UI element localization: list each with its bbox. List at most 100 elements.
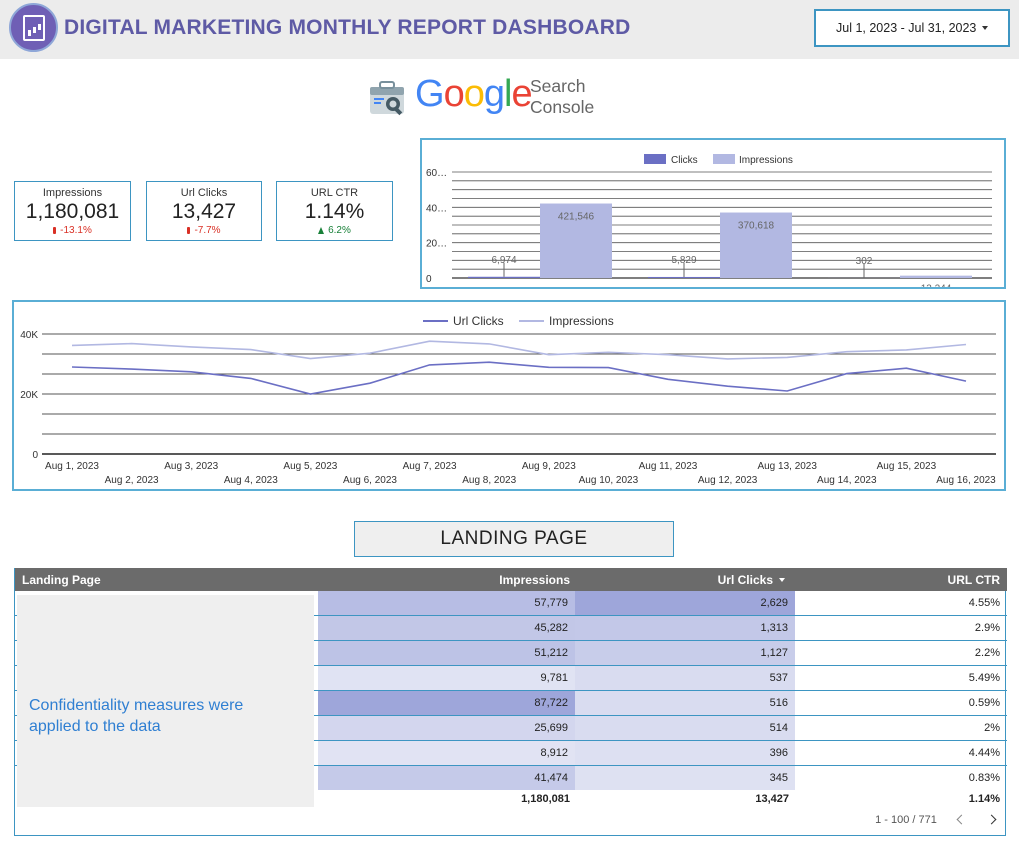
google-letter: o — [463, 73, 485, 115]
column-header-label: Url Clicks — [717, 573, 773, 587]
column-header-impressions[interactable]: Impressions — [499, 573, 570, 587]
arrow-down-icon — [53, 227, 57, 234]
daily-trend-line-chart: Url Clicks Impressions 40K 20K 0 Aug 1, 2023 A… — [20, 314, 996, 486]
x-tick-label: Aug 3, 2023 — [164, 461, 218, 472]
scorecard-label: URL CTR — [310, 187, 359, 199]
google-letter: o — [443, 73, 465, 115]
legend-label-url-clicks: Url Clicks — [453, 314, 504, 328]
cell-impressions: 41,474 — [318, 766, 575, 790]
date-range-picker[interactable]: Jul 1, 2023 - Jul 31, 2023 — [814, 9, 1010, 47]
cell-url-ctr: 4.55% — [968, 597, 1000, 609]
legend-label-impressions: Impressions — [549, 314, 614, 328]
cell-impressions: 8,912 — [318, 741, 575, 765]
x-tick-label: Aug 16, 2023 — [936, 475, 996, 486]
bar-clicks — [648, 276, 720, 278]
scorecard-label: Url Clicks — [180, 187, 228, 199]
table-totals-row: 1,180,081 13,427 1.14% — [15, 793, 1007, 811]
scorecard-label: Impressions — [42, 187, 103, 199]
dashboard: DIGITAL MARKETING MONTHLY REPORT DASHBOA… — [0, 0, 1019, 849]
search-console-toolbox-icon — [370, 81, 404, 116]
column-header-landing-page[interactable]: Landing Page — [22, 573, 101, 587]
prev-page-button[interactable] — [956, 814, 967, 826]
scorecard-impressions[interactable]: Impressions 1,180,081 -13.1% — [14, 181, 131, 241]
line-chart-panel[interactable]: Url Clicks Impressions 40K 20K 0 Aug 1, 2023 A… — [12, 300, 1006, 491]
series-line-url-clicks — [71, 361, 967, 395]
legend-label-impressions: Impressions — [739, 155, 793, 166]
arrow-down-icon — [187, 227, 191, 234]
scorecard-delta: 6.2% — [277, 225, 392, 236]
scorecard-value: 1,180,081 — [25, 200, 120, 223]
scorecard-url-clicks[interactable]: Url Clicks 13,427 -7.7% — [146, 181, 262, 241]
pagination-label: 1 - 100 / 771 — [875, 814, 937, 826]
cell-url-ctr: 0.83% — [968, 772, 1000, 784]
data-label-impressions: 370,618 — [738, 221, 775, 232]
google-letter: e — [511, 73, 532, 115]
legend-swatch-clicks — [644, 154, 666, 164]
delta-text: 6.2% — [328, 225, 351, 236]
cell-impressions: 9,781 — [318, 666, 575, 690]
cell-url-clicks: 2,629 — [575, 591, 795, 615]
confidential-placeholder: Confidentiality measures were applied to… — [17, 595, 314, 807]
cell-url-ctr: 5.49% — [968, 672, 1000, 684]
data-label-impressions: 13,244 — [921, 284, 952, 287]
clicks-impressions-bar-chart: Clicks Impressions 60… 40… 20… 0 6,974 421,546 5… — [426, 154, 992, 295]
google-search-console-logo: Google Search Console — [367, 73, 597, 120]
delta-text: -13.1% — [60, 225, 92, 236]
data-label-impressions: 421,546 — [558, 212, 595, 223]
cell-url-clicks: 1,313 — [575, 616, 795, 640]
cell-url-clicks: 396 — [575, 741, 795, 765]
table-header: Landing Page Impressions Url Clicks URL … — [15, 568, 1007, 591]
chevron-right-icon — [986, 814, 997, 825]
legend-label-clicks: Clicks — [671, 155, 698, 166]
cell-url-clicks: 516 — [575, 691, 795, 715]
delta-text: -7.7% — [194, 225, 221, 236]
bar-impressions — [900, 275, 972, 278]
table-pagination: 1 - 100 / 771 — [875, 814, 997, 826]
scorecard-delta: -13.1% — [15, 225, 130, 236]
chevron-left-icon — [956, 814, 967, 825]
cell-url-ctr: 2.2% — [974, 647, 1000, 659]
legend-swatch-impressions — [713, 154, 735, 164]
data-label-clicks: 5,829 — [671, 255, 696, 266]
y-tick-label: 20… — [426, 239, 447, 250]
x-tick-label: Aug 4, 2023 — [224, 475, 278, 486]
x-tick-label: Aug 7, 2023 — [403, 461, 457, 472]
x-tick-label: Aug 6, 2023 — [343, 475, 397, 486]
cell-url-ctr: 2.9% — [974, 622, 1000, 634]
next-page-button[interactable] — [986, 814, 997, 826]
series-line-impressions — [71, 340, 967, 360]
cell-url-clicks: 514 — [575, 716, 795, 740]
scorecard-value: 13,427 — [171, 200, 237, 223]
data-label-clicks: 6,974 — [491, 255, 516, 266]
scorecard-url-ctr[interactable]: URL CTR 1.14% 6.2% — [276, 181, 393, 241]
wordmark-line-1: Search — [530, 76, 586, 96]
column-header-url-ctr[interactable]: URL CTR — [948, 573, 1000, 587]
wordmark-line-2: Console — [530, 97, 595, 117]
cell-impressions: 51,212 — [318, 641, 575, 665]
cell-url-clicks: 537 — [575, 666, 795, 690]
cell-url-ctr: 4.44% — [968, 747, 1000, 759]
bar-chart-panel[interactable]: Clicks Impressions 60… 40… 20… 0 6,974 421,546 5… — [420, 138, 1006, 295]
y-tick-label: 60… — [426, 168, 447, 179]
x-tick-label: Aug 13, 2023 — [757, 461, 817, 472]
total-url-clicks: 13,427 — [755, 793, 789, 805]
google-wordmark: Google — [415, 73, 533, 116]
landing-page-table: Landing Page Impressions Url Clicks URL … — [14, 568, 1007, 836]
cell-url-clicks: 1,127 — [575, 641, 795, 665]
cell-impressions: 57,779 — [318, 591, 575, 615]
report-chart-icon — [9, 3, 58, 52]
cell-url-ctr: 2% — [984, 722, 1000, 734]
landing-page-section-title: LANDING PAGE — [354, 521, 674, 557]
x-tick-label: Aug 15, 2023 — [877, 461, 937, 472]
y-tick-label: 0 — [32, 450, 38, 461]
confidential-note: Confidentiality measures were applied to… — [29, 697, 244, 735]
column-header-url-clicks[interactable]: Url Clicks — [718, 573, 785, 587]
y-tick-label: 0 — [426, 274, 432, 285]
date-range-label: Jul 1, 2023 - Jul 31, 2023 — [836, 21, 977, 35]
search-console-wordmark: Search Console — [530, 76, 594, 118]
cell-url-ctr: 0.59% — [968, 697, 1000, 709]
x-tick-label: Aug 10, 2023 — [579, 475, 639, 486]
scorecard-value: 1.14% — [304, 200, 365, 223]
scorecard-delta: -7.7% — [147, 225, 261, 236]
x-tick-label: Aug 11, 2023 — [639, 461, 698, 472]
